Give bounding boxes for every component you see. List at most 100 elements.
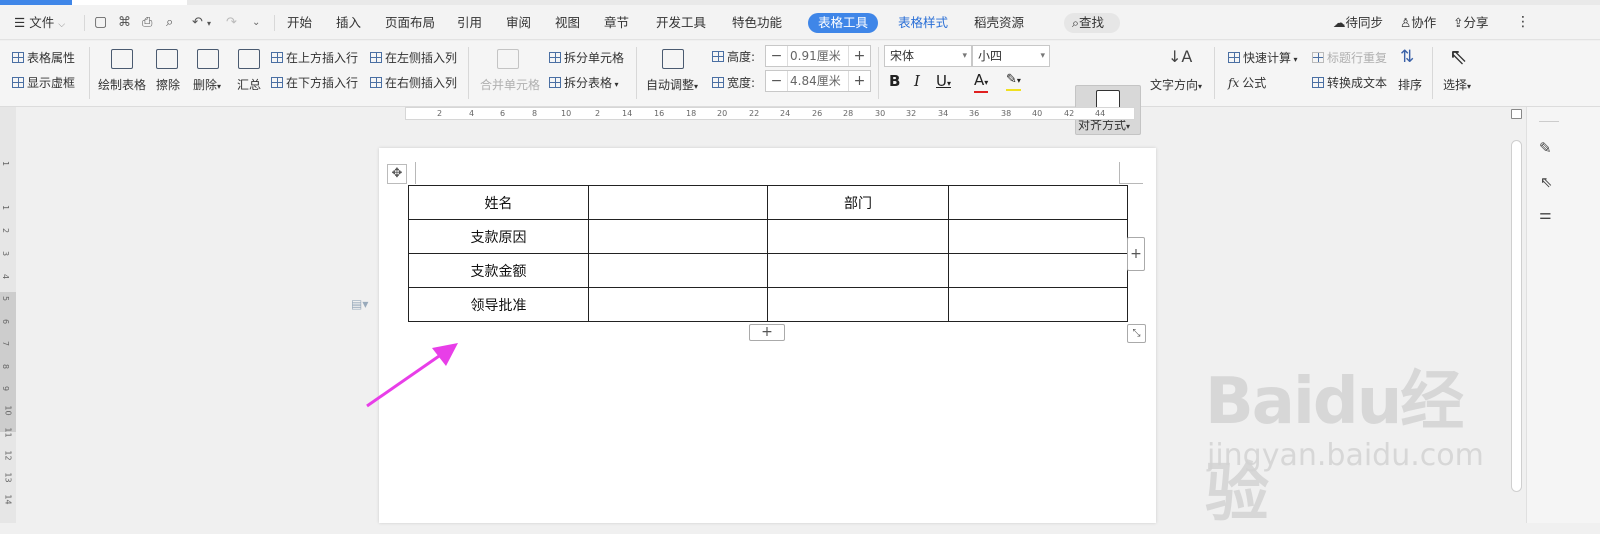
underline-button[interactable]: U▾ xyxy=(936,72,951,90)
tab-table-style[interactable]: 表格样式 xyxy=(898,5,948,40)
undo-icon[interactable]: ↶ ▾ xyxy=(192,5,211,40)
more-icon[interactable]: ⋮ xyxy=(1516,5,1530,40)
select-button[interactable]: 选择▾ xyxy=(1443,76,1471,93)
italic-button[interactable]: I xyxy=(914,72,920,90)
font-color-button[interactable]: A▾ xyxy=(974,72,989,93)
width-value[interactable]: 4.84厘米 xyxy=(790,71,841,91)
repeat-header-button[interactable]: 标题行重复 xyxy=(1312,49,1387,66)
table-cell[interactable] xyxy=(948,185,1128,220)
add-row-button[interactable]: + xyxy=(749,324,785,341)
collab-button[interactable]: ♙协作 xyxy=(1400,5,1436,40)
paragraph-marker-icon[interactable]: ▤▾ xyxy=(351,297,368,311)
margin-mark xyxy=(1119,162,1143,184)
quick-calc-button[interactable]: 快速计算 ▾ xyxy=(1228,49,1298,66)
tab-references[interactable]: 引用 xyxy=(457,5,482,40)
format-painter-icon[interactable]: ⌘ xyxy=(118,5,131,40)
insert-col-right-button[interactable]: 在右侧插入列 xyxy=(370,74,457,91)
vertical-ruler[interactable]: 1 1 2 3 4 5 6 7 8 9 10 11 12 13 14 xyxy=(0,107,16,523)
resize-table-icon[interactable]: ⤡ xyxy=(1127,324,1146,343)
insert-col-left-button[interactable]: 在左侧插入列 xyxy=(370,49,457,66)
show-gridlines-button[interactable]: 显示虚框 xyxy=(12,74,75,91)
document-table[interactable]: 姓名 部门 支款原因 支款金额 领导批准 xyxy=(408,185,1128,322)
table-cell[interactable] xyxy=(588,219,768,254)
sync-button[interactable]: ☁待同步 xyxy=(1333,5,1383,40)
font-size-select[interactable]: 小四 xyxy=(972,45,1050,67)
convert-to-text-button[interactable]: 转换成文本 xyxy=(1312,74,1387,91)
user-icon: ♙ xyxy=(1400,15,1412,30)
font-name-select[interactable]: 宋体 xyxy=(884,45,972,67)
tab-table-tools[interactable]: 表格工具 xyxy=(808,13,879,33)
tab-insert[interactable]: 插入 xyxy=(336,5,361,40)
erase-button[interactable]: 擦除 xyxy=(156,76,180,93)
table-cell[interactable] xyxy=(948,253,1128,288)
table-cell[interactable]: 姓名 xyxy=(408,185,589,220)
split-view-icon[interactable] xyxy=(1511,109,1522,119)
bold-button[interactable]: B xyxy=(889,72,900,90)
highlight-button[interactable]: ✎▾ xyxy=(1006,72,1021,91)
merge-cells-button[interactable]: 合并单元格 xyxy=(480,76,540,93)
decrease-icon[interactable]: − xyxy=(766,46,788,66)
customize-icon[interactable]: ⌄ xyxy=(252,5,260,40)
text-direction-button[interactable]: 文字方向▾ xyxy=(1150,76,1202,93)
table-cell[interactable] xyxy=(588,287,768,322)
split-table-button[interactable]: 拆分表格 ▾ xyxy=(549,74,619,91)
height-value[interactable]: 0.91厘米 xyxy=(790,46,841,66)
insert-row-above-button[interactable]: 在上方插入行 xyxy=(271,49,358,66)
table-cell[interactable] xyxy=(948,219,1128,254)
divider xyxy=(1214,47,1215,99)
table-cell[interactable] xyxy=(588,253,768,288)
increase-icon[interactable]: + xyxy=(848,71,870,91)
table-cell[interactable]: 领导批准 xyxy=(408,287,589,322)
table-cell[interactable] xyxy=(767,287,949,322)
delete-button[interactable]: 删除▾ xyxy=(193,76,221,93)
ruler-tick: 26 xyxy=(812,109,823,118)
table-cell[interactable] xyxy=(948,287,1128,322)
divider xyxy=(89,47,90,99)
table-properties-button[interactable]: 表格属性 xyxy=(12,49,75,66)
auto-fit-button[interactable]: 自动调整▾ xyxy=(646,76,698,93)
decrease-icon[interactable]: − xyxy=(766,71,788,91)
width-stepper[interactable]: − 4.84厘米 + xyxy=(765,70,871,92)
tab-developer[interactable]: 开发工具 xyxy=(656,5,706,40)
settings-sliders-icon[interactable]: ⚌ xyxy=(1539,207,1552,223)
tab-docer-resources[interactable]: 稻壳资源 xyxy=(974,5,1024,40)
table-cell[interactable]: 部门 xyxy=(767,185,949,220)
insert-row-below-button[interactable]: 在下方插入行 xyxy=(271,74,358,91)
add-column-button[interactable]: + xyxy=(1127,237,1145,271)
scroll-thumb[interactable] xyxy=(1511,140,1522,492)
ruler-tick: 3 xyxy=(1,250,11,257)
table-cell[interactable] xyxy=(588,185,768,220)
vertical-scrollbar[interactable] xyxy=(1509,120,1524,523)
horizontal-ruler[interactable]: 2 4 6 8 10 2 14 16 18 20 22 24 26 28 30 … xyxy=(405,107,1135,120)
tab-start[interactable]: 开始 xyxy=(287,5,312,40)
summary-button[interactable]: 汇总 xyxy=(237,76,261,93)
split-cells-button[interactable]: 拆分单元格 xyxy=(549,49,624,66)
table-cell[interactable]: 支款金额 xyxy=(408,253,589,288)
search-button[interactable]: ⌕查找 xyxy=(1064,13,1120,33)
sort-icon: ⇅ xyxy=(1400,47,1415,67)
edit-icon[interactable]: ✎ xyxy=(1539,139,1552,157)
menu-bar: ☰ 文件 ⌵ ▢ ⌘ ⎙ ⌕ ↶ ▾ ↷ ⌄ 开始 插入 页面布局 引用 审阅 … xyxy=(0,5,1600,40)
tab-view[interactable]: 视图 xyxy=(555,5,580,40)
share-button[interactable]: ⇪分享 xyxy=(1453,5,1489,40)
formula-button[interactable]: fx 公式 xyxy=(1228,74,1266,91)
tab-review[interactable]: 审阅 xyxy=(506,5,531,40)
increase-icon[interactable]: + xyxy=(848,46,870,66)
table-move-handle-icon[interactable]: ✥ xyxy=(387,164,407,184)
table-cell[interactable] xyxy=(767,253,949,288)
cursor-icon[interactable]: ⇖ xyxy=(1540,173,1553,191)
calculator-icon xyxy=(1228,52,1240,63)
print-preview-icon[interactable]: ⌕ xyxy=(166,5,173,40)
tab-page-layout[interactable]: 页面布局 xyxy=(385,5,435,40)
print-icon[interactable]: ⎙ xyxy=(142,5,152,40)
save-icon[interactable]: ▢ xyxy=(94,5,107,40)
sort-button[interactable]: 排序 xyxy=(1398,76,1422,93)
redo-icon[interactable]: ↷ xyxy=(226,5,237,40)
tab-chapter[interactable]: 章节 xyxy=(604,5,629,40)
height-stepper[interactable]: − 0.91厘米 + xyxy=(765,45,871,67)
table-cell[interactable] xyxy=(767,219,949,254)
tab-special[interactable]: 特色功能 xyxy=(732,5,782,40)
table-cell[interactable]: 支款原因 xyxy=(408,219,589,254)
file-menu[interactable]: ☰ 文件 ⌵ xyxy=(14,5,65,40)
draw-table-button[interactable]: 绘制表格 xyxy=(98,76,146,93)
